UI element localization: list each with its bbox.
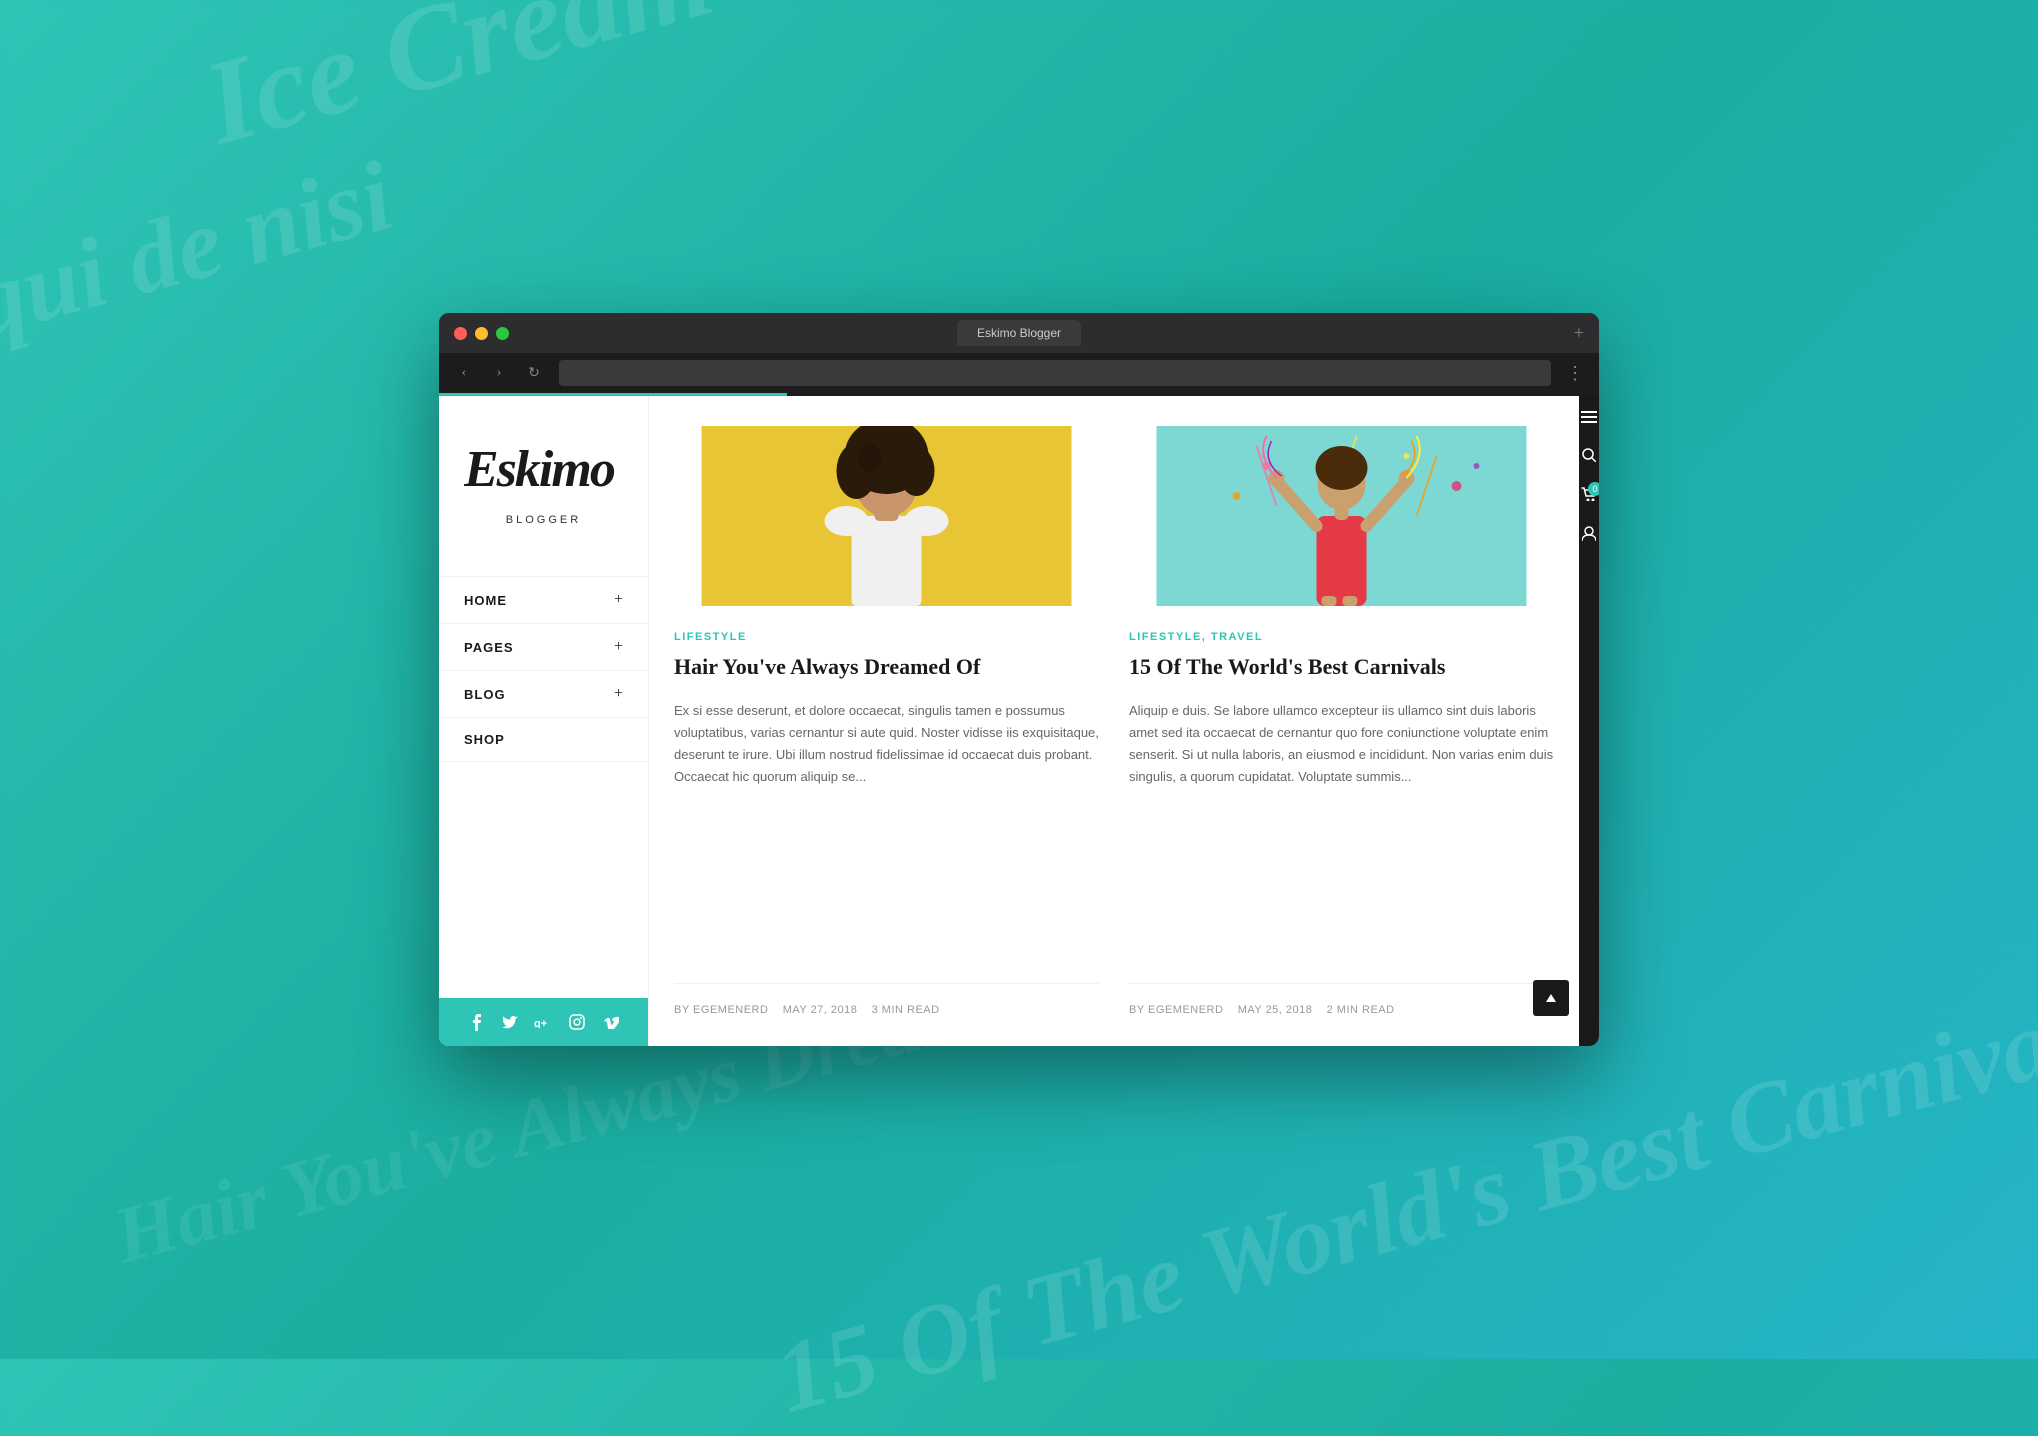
forward-button[interactable]: › (489, 363, 509, 383)
right-panel: 0 (1579, 396, 1599, 1046)
svg-text:Eskimo: Eskimo (464, 441, 615, 498)
logo-subtitle: BLOGGER (464, 514, 624, 526)
browser-titlebar: Eskimo Blogger + (439, 313, 1599, 353)
logo-svg: Eskimo (464, 431, 624, 501)
article-1-date: MAY 27, 2018 (783, 1004, 858, 1016)
website-content: Eskimo BLOGGER HOME + PAGES + BLOG + (439, 396, 1599, 1046)
new-tab-button[interactable]: + (1574, 323, 1584, 344)
article-2-category: LIFESTYLE, TRAVEL (1129, 631, 1554, 643)
nav-blog-label: BLOG (464, 687, 506, 702)
nav-menu: HOME + PAGES + BLOG + SHOP (439, 556, 648, 998)
bg-decoration-2: e qui de nisi (0, 138, 404, 378)
nav-pages-label: PAGES (464, 640, 514, 655)
article-2-title: 15 Of The World's Best Carnivals (1129, 653, 1554, 682)
article-1-excerpt: Ex si esse deserunt, et dolore occaecat,… (674, 700, 1099, 963)
article-2-by: BY (1129, 1004, 1144, 1016)
scroll-top-button[interactable] (1533, 980, 1569, 1016)
article-1-category: LIFESTYLE (674, 631, 1099, 643)
refresh-button[interactable]: ↻ (524, 363, 544, 383)
tab-label: Eskimo Blogger (977, 326, 1061, 340)
article-1-image (674, 426, 1099, 606)
social-facebook[interactable] (466, 1012, 486, 1032)
user-icon[interactable] (1582, 526, 1596, 546)
article-1-by: BY (674, 1004, 689, 1016)
logo-text: Eskimo (464, 431, 624, 510)
article-card-1: LIFESTYLE Hair You've Always Dreamed Of … (674, 426, 1099, 1016)
nav-blog-expand-icon: + (614, 685, 623, 703)
article-1-title: Hair You've Always Dreamed Of (674, 653, 1099, 682)
nav-shop-label: SHOP (464, 732, 505, 747)
traffic-light-close[interactable] (454, 327, 467, 340)
browser-addressbar: ‹ › ↻ ⋮ (439, 353, 1599, 393)
article-1-author: EGEMENERD (693, 1004, 768, 1016)
traffic-light-minimize[interactable] (475, 327, 488, 340)
nav-home-label: HOME (464, 593, 507, 608)
nav-home-expand-icon: + (614, 591, 623, 609)
social-instagram[interactable] (567, 1012, 587, 1032)
back-button[interactable]: ‹ (454, 363, 474, 383)
nav-item-pages[interactable]: PAGES + (439, 623, 648, 670)
article-2-image (1129, 426, 1554, 606)
search-icon[interactable] (1582, 448, 1596, 467)
social-google-plus[interactable]: g+ (533, 1012, 553, 1032)
cart-badge: 0 (1588, 482, 1599, 496)
cart-icon[interactable]: 0 (1581, 487, 1597, 506)
logo-area: Eskimo BLOGGER (439, 396, 648, 556)
main-content: LIFESTYLE Hair You've Always Dreamed Of … (649, 396, 1579, 1046)
social-vimeo[interactable] (601, 1012, 621, 1032)
nav-item-shop[interactable]: SHOP (439, 717, 648, 762)
article-2-meta: BY EGEMENERD MAY 25, 2018 2 MIN READ (1129, 983, 1554, 1016)
social-twitter[interactable] (500, 1012, 520, 1032)
nav-item-home[interactable]: HOME + (439, 576, 648, 623)
menu-icon[interactable] (1581, 411, 1597, 428)
article-card-2: LIFESTYLE, TRAVEL 15 Of The World's Best… (1129, 426, 1554, 1016)
article-1-readtime: 3 MIN READ (872, 1004, 940, 1016)
traffic-light-maximize[interactable] (496, 327, 509, 340)
browser-window: Eskimo Blogger + ‹ › ↻ ⋮ Eskimo (439, 313, 1599, 1046)
logo: Eskimo BLOGGER (464, 431, 624, 526)
browser-more-button[interactable]: ⋮ (1566, 363, 1584, 384)
article-1-meta: BY EGEMENERD MAY 27, 2018 3 MIN READ (674, 983, 1099, 1016)
article-2-author: EGEMENERD (1148, 1004, 1223, 1016)
sidebar: Eskimo BLOGGER HOME + PAGES + BLOG + (439, 396, 649, 1046)
bg-decoration-1: Ice Cream (191, 0, 726, 172)
social-bar: g+ (439, 998, 648, 1046)
article-2-readtime: 2 MIN READ (1327, 1004, 1395, 1016)
svg-text:g+: g+ (534, 1018, 547, 1028)
browser-tab[interactable]: Eskimo Blogger (957, 320, 1081, 346)
article-2-excerpt: Aliquip e duis. Se labore ullamco except… (1129, 700, 1554, 963)
nav-pages-expand-icon: + (614, 638, 623, 656)
nav-item-blog[interactable]: BLOG + (439, 670, 648, 717)
address-bar[interactable] (559, 360, 1551, 386)
article-2-date: MAY 25, 2018 (1238, 1004, 1313, 1016)
